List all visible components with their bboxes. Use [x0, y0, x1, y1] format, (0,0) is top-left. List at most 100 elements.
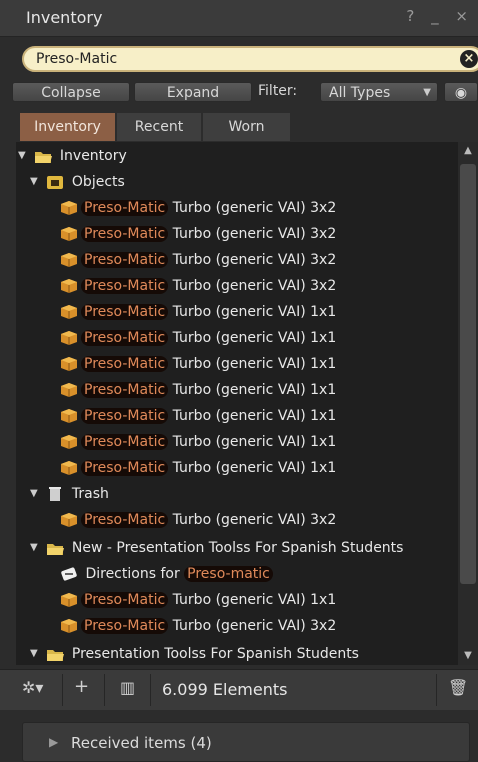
- object-box-icon: [61, 383, 77, 397]
- folder-objects[interactable]: ▼ Objects: [30, 169, 125, 195]
- expand-arrow-icon[interactable]: ▼: [30, 535, 42, 561]
- list-item-label: Turbo (generic VAI) 1x1: [168, 408, 337, 424]
- list-item[interactable]: Preso-Matic Turbo (generic VAI) 1x1: [60, 403, 336, 429]
- marketplace-icon[interactable]: ▥: [120, 678, 135, 697]
- object-box-icon: [61, 227, 77, 241]
- scroll-down-icon[interactable]: ▼: [458, 647, 478, 665]
- search-input[interactable]: Preso-Matic ×: [22, 46, 478, 72]
- plus-icon[interactable]: +: [74, 676, 89, 697]
- list-item[interactable]: Preso-Matic Turbo (generic VAI) 1x1: [60, 455, 336, 481]
- expand-arrow-icon[interactable]: ▼: [18, 143, 30, 169]
- search-highlight: Preso-Matic: [81, 618, 169, 634]
- list-item[interactable]: Preso-Matic Turbo (generic VAI) 3x2: [60, 221, 336, 247]
- search-highlight: Preso-Matic: [81, 252, 169, 268]
- search-highlight: Preso-Matic: [81, 304, 169, 320]
- search-highlight: Preso-Matic: [81, 226, 169, 242]
- search-value: Preso-Matic: [36, 51, 118, 67]
- tab-recent[interactable]: Recent: [117, 113, 201, 141]
- list-item[interactable]: Preso-Matic Turbo (generic VAI) 1x1: [60, 351, 336, 377]
- folder-presentation[interactable]: ▼ Presentation Toolss For Spanish Studen…: [30, 641, 359, 665]
- window-controls[interactable]: ? _ ×: [406, 7, 474, 25]
- eye-icon[interactable]: ◉: [444, 82, 478, 102]
- folder-open-icon: [35, 152, 53, 163]
- expand-arrow-icon[interactable]: ▼: [30, 481, 42, 507]
- folder-trash[interactable]: ▼ Trash: [30, 481, 109, 507]
- item-count: 6.099 Elements: [162, 680, 288, 699]
- bottom-toolbar: ✲▾ + ▥ 6.099 Elements 🗑: [0, 669, 478, 710]
- list-item-label: Turbo (generic VAI) 3x2: [168, 252, 337, 268]
- window-titlebar: Inventory ? _ ×: [0, 0, 478, 37]
- inventory-tree: ▼ Inventory ▼ Objects Preso-Matic Turbo …: [16, 142, 476, 665]
- expand-button[interactable]: Expand: [134, 82, 252, 102]
- list-item-label: Turbo (generic VAI) 1x1: [168, 356, 337, 372]
- scrollbar[interactable]: ▲ ▼: [458, 142, 478, 665]
- list-item[interactable]: Preso-Matic Turbo (generic VAI) 1x1: [60, 299, 336, 325]
- list-item[interactable]: Preso-Matic Turbo (generic VAI) 1x1: [60, 377, 336, 403]
- list-item-label: Turbo (generic VAI) 1x1: [168, 304, 337, 320]
- list-item-label: Turbo (generic VAI) 1x1: [168, 592, 337, 608]
- list-item[interactable]: Preso-Matic Turbo (generic VAI) 3x2: [60, 273, 336, 299]
- object-box-icon: [61, 331, 77, 345]
- list-item[interactable]: Preso-Matic Turbo (generic VAI) 1x1: [60, 587, 336, 613]
- folder-open-icon: [47, 544, 65, 555]
- list-item-label: Turbo (generic VAI) 3x2: [168, 200, 337, 216]
- search-highlight: Preso-Matic: [81, 200, 169, 216]
- close-icon[interactable]: ×: [460, 50, 478, 68]
- object-box-icon: [61, 357, 77, 371]
- filter-select[interactable]: All Types ▼: [320, 82, 438, 102]
- list-item-label: Turbo (generic VAI) 3x2: [168, 512, 337, 528]
- divider: [150, 674, 151, 706]
- collapse-button[interactable]: Collapse: [12, 82, 130, 102]
- scrollbar-thumb[interactable]: [460, 164, 476, 584]
- tab-bar: Inventory Recent Worn: [20, 113, 290, 141]
- list-item-label: Turbo (generic VAI) 1x1: [168, 434, 337, 450]
- list-item[interactable]: Preso-Matic Turbo (generic VAI) 3x2: [60, 613, 336, 639]
- object-box-icon: [61, 409, 77, 423]
- list-item-label: Turbo (generic VAI) 3x2: [168, 618, 337, 634]
- filter-select-value: All Types: [329, 85, 391, 101]
- folder-open-icon: [47, 650, 65, 661]
- folder-new-presentation[interactable]: ▼ New - Presentation Toolss For Spanish …: [30, 535, 403, 561]
- search-highlight: Preso-matic: [184, 566, 273, 582]
- search-highlight: Preso-Matic: [81, 592, 169, 608]
- object-box-icon: [61, 253, 77, 267]
- list-item[interactable]: Preso-Matic Turbo (generic VAI) 1x1: [60, 325, 336, 351]
- notecard-icon: [61, 567, 77, 581]
- divider: [104, 674, 105, 706]
- search-highlight: Preso-Matic: [81, 460, 169, 476]
- divider: [436, 674, 437, 706]
- chevron-right-icon: ▶: [49, 735, 59, 749]
- scroll-up-icon[interactable]: ▲: [458, 142, 478, 160]
- search-highlight: Preso-Matic: [81, 382, 169, 398]
- list-item-directions[interactable]: Directions for Preso-matic: [60, 561, 273, 587]
- gear-icon[interactable]: ✲▾: [22, 678, 43, 697]
- toolbar: Collapse Expand Filter: All Types ▼ ◉: [0, 82, 478, 104]
- search-highlight: Preso-Matic: [81, 512, 169, 528]
- list-item[interactable]: Preso-Matic Turbo (generic VAI) 3x2: [60, 247, 336, 273]
- search-highlight: Preso-Matic: [81, 278, 169, 294]
- list-item-label: Turbo (generic VAI) 3x2: [168, 278, 337, 294]
- received-items-accordion[interactable]: ▶ Received items (4): [22, 722, 470, 762]
- expand-arrow-icon[interactable]: ▼: [30, 169, 42, 195]
- list-item[interactable]: Preso-Matic Turbo (generic VAI) 1x1: [60, 429, 336, 455]
- list-item-label: Turbo (generic VAI) 1x1: [168, 330, 337, 346]
- trash-icon[interactable]: 🗑: [448, 678, 468, 697]
- tab-inventory[interactable]: Inventory: [20, 113, 115, 141]
- object-box-icon: [61, 201, 77, 215]
- list-item[interactable]: Preso-Matic Turbo (generic VAI) 3x2: [60, 507, 336, 533]
- object-box-icon: [61, 305, 77, 319]
- object-box-icon: [61, 461, 77, 475]
- list-item[interactable]: Preso-Matic Turbo (generic VAI) 3x2: [60, 195, 336, 221]
- search-highlight: Preso-Matic: [81, 330, 169, 346]
- tree-root[interactable]: ▼ Inventory: [18, 143, 127, 169]
- chevron-down-icon: ▼: [423, 87, 431, 98]
- divider: [62, 674, 63, 706]
- search-highlight: Preso-Matic: [81, 408, 169, 424]
- object-box-icon: [61, 619, 77, 633]
- object-box-icon: [61, 279, 77, 293]
- trash-icon: [49, 487, 62, 501]
- tab-worn[interactable]: Worn: [203, 113, 290, 141]
- expand-arrow-icon[interactable]: ▼: [30, 641, 42, 665]
- filter-label: Filter:: [258, 83, 298, 99]
- received-items-label: Received items (4): [71, 734, 212, 752]
